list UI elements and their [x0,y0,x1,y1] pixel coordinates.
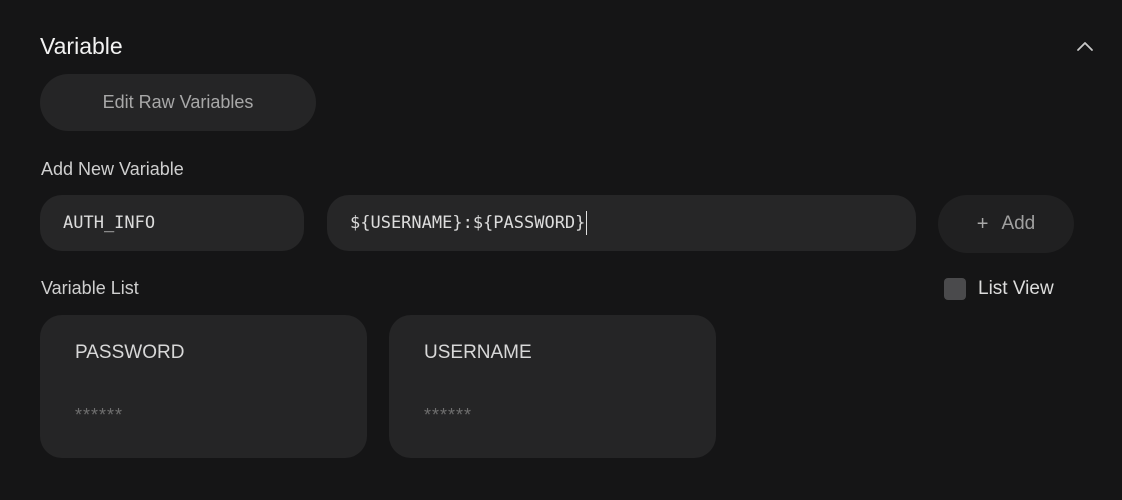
chevron-up-icon [1077,42,1093,51]
variable-card-name: PASSWORD [75,342,185,363]
variable-card[interactable]: PASSWORD ****** [40,315,367,458]
section-title: Variable [40,33,123,59]
variable-value-text: ${USERNAME}:${PASSWORD} [350,213,586,233]
variable-key-value: AUTH_INFO [63,213,156,233]
variable-list-label: Variable List [41,278,139,298]
add-new-variable-label: Add New Variable [41,159,184,179]
variable-card-value: ****** [75,405,124,425]
collapse-button[interactable] [1072,33,1098,59]
text-caret [586,211,588,235]
plus-icon: + [976,212,989,235]
variable-value-input[interactable]: ${USERNAME}:${PASSWORD} [327,195,916,251]
list-view-toggle[interactable]: List View [944,277,1054,301]
variable-card-value: ****** [424,405,473,425]
list-view-checkbox[interactable] [944,278,966,300]
list-view-label: List View [978,278,1054,299]
variable-key-input[interactable]: AUTH_INFO [40,195,304,251]
add-variable-button[interactable]: + Add [938,195,1074,253]
add-button-label: Add [1001,213,1036,234]
variable-card[interactable]: USERNAME ****** [389,315,716,458]
edit-raw-variables-button[interactable]: Edit Raw Variables [40,74,316,131]
variable-card-name: USERNAME [424,342,532,363]
